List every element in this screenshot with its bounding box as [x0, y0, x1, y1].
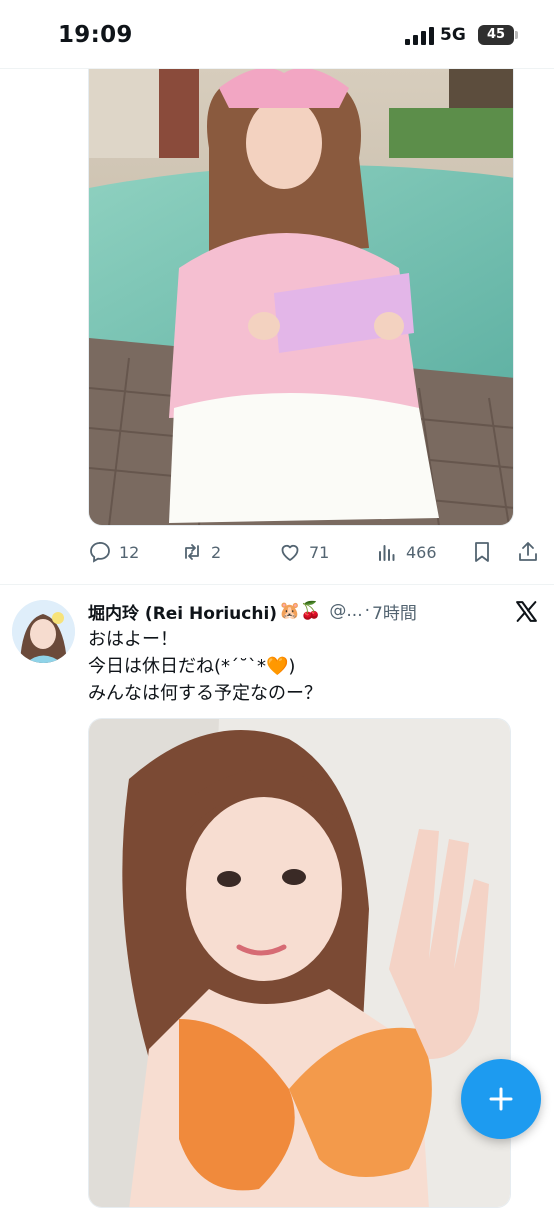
- battery-cap: [515, 31, 518, 39]
- photo-image: [89, 719, 510, 1207]
- reply-count: 12: [119, 542, 140, 562]
- photo-image: [89, 68, 513, 525]
- bookmark-button[interactable]: [470, 536, 494, 568]
- avatar[interactable]: [12, 600, 75, 663]
- like-button[interactable]: 71: [278, 536, 329, 568]
- retweet-count: 2: [211, 542, 222, 562]
- tweet-header: 堀内玲 (Rei Horiuchi) 🐹🍒 @... · 7時間: [88, 598, 417, 624]
- tweet-1-action-bar: 12 2 71 466: [88, 536, 548, 568]
- tweet-text: おはよー！ 今日は休日だね(*ˊ˘ˋ*🧡) みんなは何する予定なのー？: [88, 626, 518, 707]
- views-icon: [379, 545, 395, 561]
- views-button[interactable]: 466: [375, 536, 437, 568]
- compose-button[interactable]: [461, 1059, 541, 1139]
- display-name[interactable]: 堀内玲 (Rei Horiuchi): [88, 599, 277, 624]
- views-count: 466: [406, 542, 437, 562]
- like-icon: [281, 544, 299, 561]
- handle[interactable]: @...: [329, 601, 362, 621]
- bookmark-icon: [475, 542, 489, 562]
- retweet-button[interactable]: 2: [180, 536, 221, 568]
- plus-icon: [489, 1087, 513, 1111]
- post-time[interactable]: 7時間: [372, 599, 417, 624]
- tweet-divider: [0, 584, 554, 585]
- like-count: 71: [309, 542, 330, 562]
- status-time: 19:09: [58, 22, 133, 48]
- separator-dot: ·: [364, 601, 371, 621]
- name-emojis: 🐹🍒: [279, 601, 322, 621]
- cellular-signal-icon: [405, 27, 434, 45]
- battery-icon: 45: [478, 25, 514, 45]
- x-logo-icon: [516, 601, 537, 622]
- tweet-text-line: 今日は休日だね(*ˊ˘ˋ*🧡): [88, 656, 296, 677]
- avatar-image: [12, 600, 75, 663]
- share-button[interactable]: [516, 536, 540, 568]
- reply-icon: [90, 541, 110, 563]
- share-icon: [519, 542, 537, 561]
- status-bar: 19:09 5G 45: [0, 0, 554, 69]
- reply-button[interactable]: 12: [88, 536, 139, 568]
- retweet-icon: [185, 544, 199, 560]
- tweet-photo-1[interactable]: [88, 68, 514, 526]
- tweet-photo-2[interactable]: [88, 718, 511, 1208]
- network-label: 5G: [440, 25, 466, 45]
- tweet-text-line: おはよー！: [88, 629, 178, 650]
- tweet-text-line: みんなは何する予定なのー？: [88, 683, 322, 704]
